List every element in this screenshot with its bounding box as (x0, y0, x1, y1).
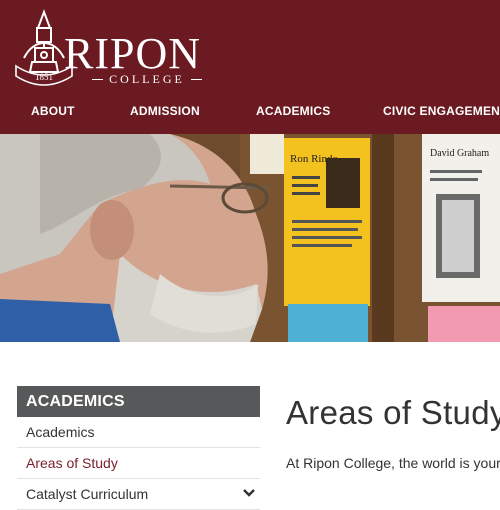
nav-about[interactable]: ABOUT (31, 104, 75, 118)
sidebar-item-areas-of-study[interactable]: Areas of Study (17, 448, 260, 479)
poster-ron-rindo: Ron Rindo (284, 138, 370, 306)
sidebar-item-label: Academics (26, 424, 95, 440)
sidebar-item-label: Areas of Study (26, 455, 118, 471)
ripon-college-logo[interactable]: 1851 RIPON COLLEGE (14, 8, 204, 88)
sidebar-nav: ACADEMICS Academics Areas of Study Catal… (17, 386, 260, 510)
founding-year: 1851 (35, 72, 53, 82)
site-header: 1851 RIPON COLLEGE ABOUT ADMISSION ACADE… (0, 0, 500, 134)
divider (190, 79, 202, 80)
nav-admission[interactable]: ADMISSION (130, 104, 200, 118)
nav-academics[interactable]: ACADEMICS (256, 104, 330, 118)
hero-image: Ron Rindo David Graham (0, 134, 500, 342)
college-subtitle-text: COLLEGE (109, 72, 185, 86)
person-portrait (0, 134, 269, 342)
sidebar-item-academics[interactable]: Academics (17, 417, 260, 448)
sidebar-heading: ACADEMICS (17, 386, 260, 417)
college-name: RIPON (64, 29, 202, 78)
hero-photo: Ron Rindo David Graham (0, 134, 500, 342)
divider (92, 79, 104, 80)
chevron-down-icon[interactable] (242, 488, 256, 498)
nav-civic-engagement[interactable]: CIVIC ENGAGEMENT (383, 104, 500, 118)
sidebar-item-catalyst-curriculum[interactable]: Catalyst Curriculum (17, 479, 260, 510)
college-subtitle: COLLEGE (92, 72, 202, 87)
intro-text: At Ripon College, the world is your (286, 455, 500, 471)
page-title: Areas of Study (286, 394, 500, 431)
svg-text:David Graham: David Graham (430, 148, 489, 159)
main-nav: ABOUT ADMISSION ACADEMICS CIVIC ENGAGEME… (0, 104, 500, 124)
poster-david-graham: David Graham (422, 134, 500, 302)
